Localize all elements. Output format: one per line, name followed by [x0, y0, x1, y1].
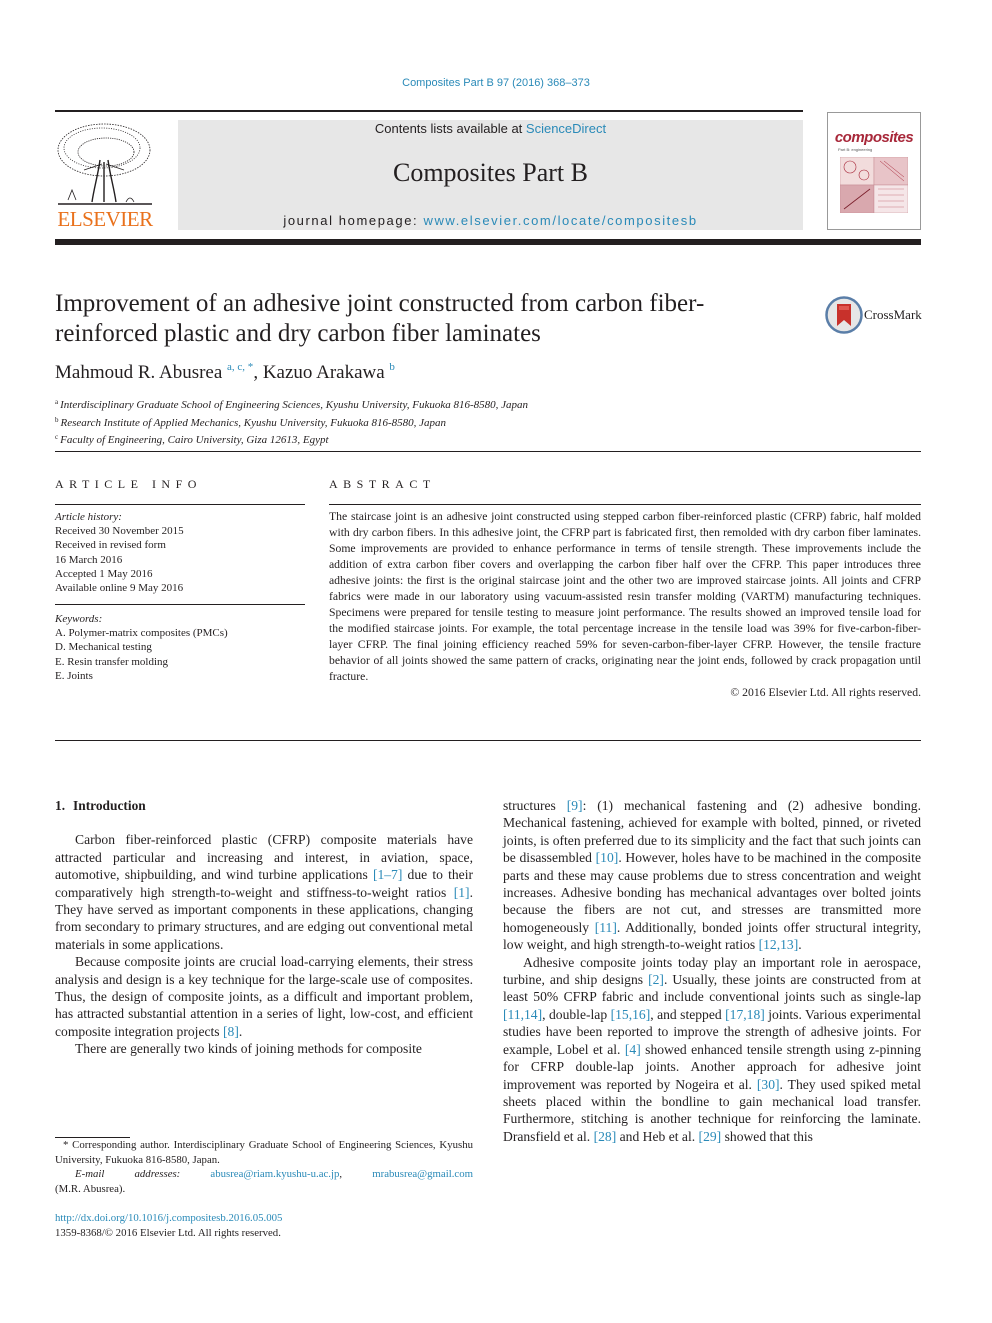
elsevier-tree-icon	[57, 123, 152, 205]
affiliation-key: c	[55, 433, 59, 441]
section-divider	[55, 451, 921, 452]
left-paragraphs: Carbon fiber-reinforced plastic (CFRP) c…	[55, 831, 473, 1057]
history-item: Received 30 November 2015	[55, 525, 184, 538]
cover-subtitle: Part B: engineering	[838, 147, 873, 152]
history-item: Available online 9 May 2016	[55, 582, 184, 595]
abstract-rule	[329, 504, 921, 505]
journal-homepage-line: journal homepage: www.elsevier.com/locat…	[178, 213, 803, 228]
body-paragraph: Adhesive composite joints today play an …	[503, 954, 921, 1144]
article-title: Improvement of an adhesive joint constru…	[55, 290, 705, 347]
journal-title: Composites Part B	[392, 158, 588, 187]
affiliation-item: c Faculty of Engineering, Cairo Universit…	[55, 430, 528, 448]
citation-link[interactable]: [11,14]	[503, 1007, 542, 1022]
doi-link[interactable]: http://dx.doi.org/10.1016/j.compositesb.…	[55, 1212, 282, 1224]
citation-link[interactable]: [2]	[648, 972, 664, 987]
citation-link[interactable]: [9]	[567, 798, 583, 813]
citation-link[interactable]: [17,18]	[725, 1007, 765, 1022]
keywords-label: Keywords:	[55, 613, 103, 625]
abstract-body: The staircase joint is an adhesive joint…	[329, 509, 921, 701]
article-info-heading: ARTICLE INFO	[55, 477, 202, 491]
keyword-item: E. Joints	[55, 669, 93, 682]
corresponding-note: * Corresponding author. Interdisciplinar…	[55, 1139, 473, 1166]
body-paragraph: Because composite joints are crucial loa…	[55, 954, 473, 1039]
affiliation-key: a	[55, 398, 59, 406]
keywords: Keywords: A. Polymer-matrix composites (…	[55, 612, 305, 683]
email-separator: ,	[339, 1168, 373, 1180]
citation-link[interactable]: [4]	[625, 1042, 641, 1057]
author-affiliation-marks[interactable]: b	[389, 361, 395, 373]
abstract-text: The staircase joint is an adhesive joint…	[329, 510, 921, 683]
author-name[interactable]: Mahmoud R. Abusrea	[55, 362, 222, 383]
journal-citation[interactable]: Composites Part B 97 (2016) 368–373	[0, 77, 992, 89]
section-number: 1.	[55, 798, 66, 813]
corresponding-author-footnote: * Corresponding author. Interdisciplinar…	[55, 1138, 473, 1196]
author-name[interactable]: Kazuo Arakawa	[263, 362, 385, 383]
citation-link[interactable]: [29]	[699, 1129, 722, 1144]
crossmark-badge[interactable]: CrossMark	[825, 296, 925, 336]
citation-link[interactable]: [10]	[596, 850, 619, 865]
body-column-left: 1. Introduction Carbon fiber-reinforced p…	[55, 797, 473, 1058]
history-item: 16 March 2016	[55, 553, 123, 566]
email-line: E-mail addresses: abusrea@riam.kyushu-u.…	[55, 1167, 473, 1182]
section-title: Introduction	[73, 798, 146, 813]
email-label: E-mail addresses:	[75, 1168, 181, 1180]
email-owner: (M.R. Abusrea).	[55, 1182, 126, 1195]
author-list: Mahmoud R. Abusrea a, c, *, Kazuo Arakaw…	[55, 361, 395, 384]
crossmark-label: CrossMark	[864, 307, 922, 322]
email-link-2[interactable]: mrabusrea@gmail.com	[372, 1168, 473, 1180]
abstract-end-rule	[55, 740, 921, 741]
author-affiliation-marks[interactable]: a, c, *	[227, 361, 253, 373]
email-link-1[interactable]: abusrea@riam.kyushu-u.ac.jp	[210, 1168, 339, 1180]
abstract-heading: ABSTRACT	[329, 477, 436, 491]
journal-cover-thumbnail[interactable]: composites Part B: engineering	[827, 112, 921, 230]
homepage-prefix: journal homepage:	[283, 213, 424, 228]
affiliation-text: Interdisciplinary Graduate School of Eng…	[60, 399, 529, 411]
citation-link[interactable]: [30]	[757, 1077, 780, 1092]
citation-link[interactable]: [1–7]	[373, 867, 402, 882]
citation-link[interactable]: [11]	[595, 920, 617, 935]
affiliation-list: a Interdisciplinary Graduate School of En…	[55, 395, 528, 448]
body-paragraph: There are generally two kinds of joining…	[75, 1041, 422, 1057]
contents-prefix: Contents lists available at	[374, 121, 526, 136]
keyword-item: A. Polymer-matrix composites (PMCs)	[55, 627, 228, 640]
citation-link[interactable]: [1]	[454, 885, 470, 900]
issn-copyright: 1359-8368/© 2016 Elsevier Ltd. All right…	[55, 1226, 281, 1239]
citation-link[interactable]: [12,13]	[759, 937, 799, 952]
keyword-item: D. Mechanical testing	[55, 641, 152, 654]
body-column-right: structures [9]: (1) mechanical fastening…	[503, 797, 921, 1145]
affiliation-item: a Interdisciplinary Graduate School of En…	[55, 395, 528, 413]
journal-homepage-link[interactable]: www.elsevier.com/locate/compositesb	[423, 213, 697, 228]
crossmark-icon	[825, 296, 863, 334]
header-thick-rule	[55, 239, 921, 245]
article-info-rule	[55, 504, 305, 505]
affiliation-text: Faculty of Engineering, Cairo University…	[60, 434, 329, 446]
history-item: Accepted 1 May 2016	[55, 567, 153, 580]
history-item: Received in revised form	[55, 539, 166, 552]
affiliation-item: b Research Institute of Applied Mechanics…	[55, 413, 528, 431]
sciencedirect-link[interactable]: ScienceDirect	[526, 121, 606, 136]
cover-artwork-icon	[840, 157, 908, 213]
elsevier-wordmark: ELSEVIER	[57, 207, 153, 231]
contents-line: Contents lists available at ScienceDirec…	[178, 121, 803, 136]
citation-link[interactable]: [28]	[594, 1129, 617, 1144]
header-rule	[55, 110, 803, 112]
cover-title: composites	[834, 129, 914, 146]
citation-link[interactable]: [8]	[223, 1024, 239, 1039]
affiliation-key: b	[55, 415, 59, 424]
history-label: Article history:	[55, 511, 122, 523]
keywords-rule	[55, 604, 305, 605]
abstract-copyright: © 2016 Elsevier Ltd. All rights reserved…	[730, 686, 921, 699]
doi-block: http://dx.doi.org/10.1016/j.compositesb.…	[55, 1211, 282, 1240]
right-paragraphs: structures [9]: (1) mechanical fastening…	[503, 797, 921, 1145]
body-paragraph: Carbon fiber-reinforced plastic (CFRP) c…	[55, 832, 473, 952]
section-heading-introduction: 1. Introduction	[55, 797, 473, 814]
keyword-item: E. Resin transfer molding	[55, 655, 169, 668]
author-separator: ,	[253, 362, 263, 383]
journal-banner: Contents lists available at ScienceDirec…	[178, 120, 803, 230]
elsevier-logo[interactable]: ELSEVIER	[54, 120, 156, 232]
affiliation-text: Research Institute of Applied Mechanics,…	[60, 416, 447, 429]
citation-link[interactable]: [15,16]	[611, 1007, 651, 1022]
body-paragraph: structures [9]: (1) mechanical fastening…	[503, 798, 921, 953]
article-history: Article history: Received 30 November 20…	[55, 510, 305, 595]
